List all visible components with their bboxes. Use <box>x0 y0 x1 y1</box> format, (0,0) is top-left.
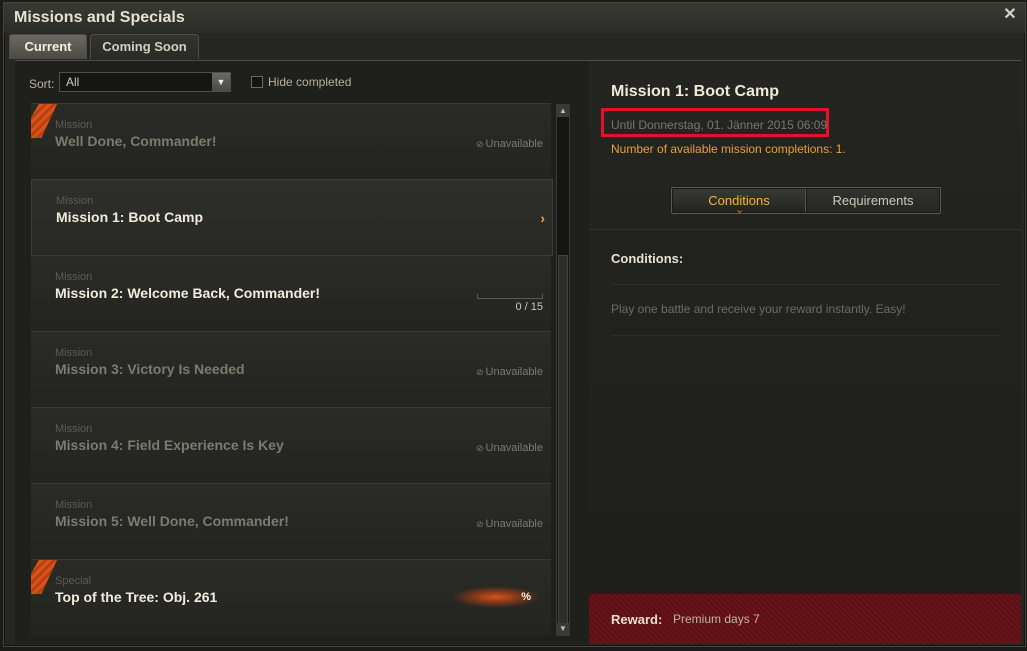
lock-icon: ⊘ <box>475 139 484 149</box>
missions-window: Missions and Specials ✕ Current Coming S… <box>3 2 1026 647</box>
item-name: Mission 5: Well Done, Commander! <box>55 513 289 529</box>
divider <box>589 229 1021 230</box>
item-name: Mission 4: Field Experience Is Key <box>55 437 284 453</box>
list-item[interactable]: Special Top of the Tree: Obj. 261 % <box>31 559 551 635</box>
conditions-heading: Conditions: <box>611 251 684 266</box>
detail-tab-group: Conditions Requirements <box>671 187 941 222</box>
until-date: Until Donnerstag, 01. Jänner 2015 06:09 <box>611 118 828 132</box>
mission-list: Mission Well Done, Commander! ⊘ Unavailab… <box>31 103 553 638</box>
chevron-down-icon[interactable]: ▼ <box>212 73 230 91</box>
scroll-up-icon[interactable]: ▲ <box>557 105 569 117</box>
close-icon[interactable]: ✕ <box>1001 6 1019 24</box>
item-status: ⊘ Unavailable <box>476 138 543 150</box>
item-kind: Special <box>55 575 92 587</box>
discount-badge: % <box>521 591 531 603</box>
item-kind: Mission <box>55 423 93 435</box>
status-text: Unavailable <box>485 518 543 530</box>
ribbon-icon <box>31 560 57 594</box>
item-status: ⊘ Unavailable <box>476 518 543 530</box>
tab-current[interactable]: Current <box>9 34 87 59</box>
sort-value: All <box>66 75 80 89</box>
reward-bar: Reward: Premium days 7 <box>589 594 1021 644</box>
content-area: Sort: All ▼ Hide completed Mission Well … <box>15 60 1021 644</box>
item-name: Mission 2: Welcome Back, Commander! <box>55 285 321 301</box>
hide-completed-label[interactable]: Hide completed <box>268 75 351 89</box>
ribbon-icon <box>31 104 57 138</box>
item-kind: Mission <box>55 271 93 283</box>
status-text: Unavailable <box>485 138 543 150</box>
item-name: Mission 3: Victory Is Needed <box>55 361 245 377</box>
item-kind: Mission <box>55 347 93 359</box>
item-name: Well Done, Commander! <box>55 133 217 149</box>
conditions-text: Play one battle and receive your reward … <box>611 302 906 316</box>
status-text: Unavailable <box>485 442 543 454</box>
tab-coming-soon[interactable]: Coming Soon <box>90 34 199 59</box>
reward-label: Reward: <box>611 612 663 627</box>
item-status: ⊘ Unavailable <box>476 442 543 454</box>
item-status: ⊘ Unavailable <box>476 366 543 378</box>
progress-text: 0 / 15 <box>515 301 543 313</box>
item-name: Top of the Tree: Obj. 261 <box>55 589 218 605</box>
tab-requirements[interactable]: Requirements <box>807 189 939 212</box>
lock-icon: ⊘ <box>475 519 484 529</box>
chevron-right-icon: › <box>540 210 545 226</box>
list-item[interactable]: Mission Mission 5: Well Done, Commander!… <box>31 483 551 559</box>
list-item[interactable]: Mission Mission 3: Victory Is Needed ⊘ Un… <box>31 331 551 407</box>
scroll-thumb[interactable] <box>558 255 568 625</box>
sort-label: Sort: <box>29 77 55 91</box>
detail-title: Mission 1: Boot Camp <box>611 83 780 100</box>
title-bar: Missions and Specials ✕ <box>4 3 1025 33</box>
scroll-down-icon[interactable]: ▼ <box>557 623 569 635</box>
divider <box>611 335 1001 336</box>
lock-icon: ⊘ <box>475 367 484 377</box>
divider <box>611 284 1001 285</box>
tab-conditions[interactable]: Conditions <box>673 189 806 222</box>
progress-bar <box>477 294 543 299</box>
sort-dropdown[interactable]: All ▼ <box>59 72 231 92</box>
item-kind: Mission <box>56 195 94 207</box>
list-item[interactable]: Mission Mission 2: Welcome Back, Command… <box>31 255 551 331</box>
lock-icon: ⊘ <box>475 443 484 453</box>
window-title: Missions and Specials <box>14 9 185 26</box>
list-item[interactable]: Mission Mission 1: Boot Camp › <box>31 179 553 256</box>
list-item[interactable]: Mission Mission 4: Field Experience Is K… <box>31 407 551 483</box>
scrollbar[interactable]: ▲ ▼ <box>556 104 570 636</box>
item-kind: Mission <box>55 119 93 131</box>
hide-completed-checkbox[interactable] <box>251 76 263 88</box>
reward-value: Premium days 7 <box>673 612 760 626</box>
status-text: Unavailable <box>485 366 543 378</box>
detail-panel: Mission 1: Boot Camp Until Donnerstag, 0… <box>589 61 1021 644</box>
item-name: Mission 1: Boot Camp <box>56 209 204 225</box>
list-item[interactable]: Mission Well Done, Commander! ⊘ Unavailab… <box>31 103 551 179</box>
completions-text: Number of available mission completions:… <box>611 142 846 156</box>
item-kind: Mission <box>55 499 93 511</box>
